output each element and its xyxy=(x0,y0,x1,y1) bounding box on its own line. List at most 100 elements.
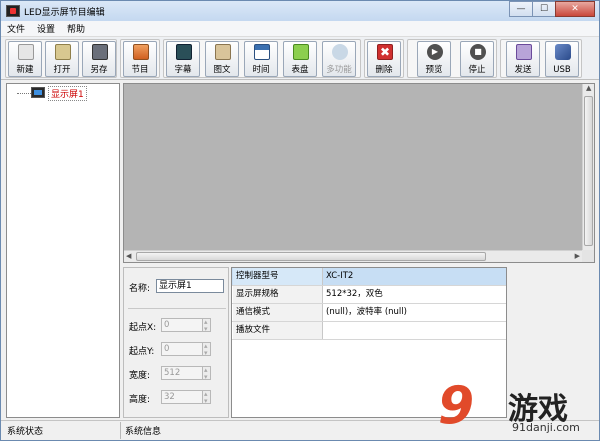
window-controls: — ☐ ✕ xyxy=(509,1,595,17)
height-value: 32 xyxy=(164,392,175,402)
properties-divider xyxy=(128,308,226,309)
start-y-value: 0 xyxy=(164,344,170,354)
name-label: 名称: xyxy=(129,284,151,294)
usb-icon xyxy=(555,44,571,60)
start-y-input[interactable]: 0 xyxy=(161,340,211,359)
width-label: 宽度: xyxy=(129,371,151,381)
info-key: 播放文件 xyxy=(233,322,323,339)
status-divider xyxy=(120,422,121,439)
display-screen-icon xyxy=(31,87,45,98)
preview-button[interactable]: ▶ 预览 xyxy=(417,41,451,77)
subtitle-icon xyxy=(176,44,192,60)
info-key: 显示屏规格 xyxy=(233,286,323,303)
maximize-button[interactable]: ☐ xyxy=(532,1,556,17)
stop-button-label: 停止 xyxy=(468,65,486,75)
start-x-stepper[interactable] xyxy=(202,316,211,335)
info-value: XC-IT2 xyxy=(326,271,354,281)
horizontal-scroll-thumb[interactable] xyxy=(136,252,486,261)
info-row-playfile[interactable]: 播放文件 xyxy=(232,322,506,340)
tree-connector xyxy=(17,93,31,94)
open-button-label: 打开 xyxy=(53,65,71,75)
info-value: (null)，波特率 (null) xyxy=(326,307,407,317)
info-key: 通信模式 xyxy=(233,304,323,321)
scroll-corner xyxy=(582,250,594,262)
width-value: 512 xyxy=(164,368,181,378)
height-stepper[interactable] xyxy=(202,388,211,407)
send-icon xyxy=(516,44,532,60)
stop-button[interactable]: ■ 停止 xyxy=(460,41,494,77)
info-row-comm[interactable]: 通信模式 (null)，波特率 (null) xyxy=(232,304,506,322)
menu-settings[interactable]: 设置 xyxy=(31,22,61,35)
open-folder-icon xyxy=(55,44,71,60)
subtitle-button-label: 字幕 xyxy=(174,65,192,75)
multi-function-icon xyxy=(332,44,348,60)
info-row-spec[interactable]: 显示屏规格 512*32，双色 xyxy=(232,286,506,304)
calendar-icon xyxy=(254,44,270,60)
height-label: 高度: xyxy=(129,395,151,405)
stop-icon: ■ xyxy=(470,44,486,60)
program-tree: 显示屏1 xyxy=(6,83,120,418)
preview-canvas[interactable]: ▲ ◀ ▶ xyxy=(123,83,595,263)
new-button[interactable]: 新建 xyxy=(8,41,42,77)
delete-button-label: 删除 xyxy=(375,65,393,75)
info-value: 512*32，双色 xyxy=(326,289,383,299)
new-button-label: 新建 xyxy=(16,65,34,75)
clock-icon xyxy=(293,44,309,60)
save-disk-icon xyxy=(92,44,108,60)
start-x-value: 0 xyxy=(164,320,170,330)
main-window: LED显示屏节目编辑 — ☐ ✕ 文件 设置 帮助 新建 打开 另存 节目 字幕… xyxy=(0,0,600,441)
watermark-domain: 91danji.com xyxy=(512,421,580,434)
multi-function-button[interactable]: 多功能 xyxy=(322,41,356,77)
close-button[interactable]: ✕ xyxy=(555,1,595,17)
scroll-left-icon[interactable]: ◀ xyxy=(126,252,131,260)
send-button[interactable]: 发送 xyxy=(506,41,540,77)
status-info: 系统信息 xyxy=(125,427,162,437)
program-button-label: 节目 xyxy=(131,65,149,75)
preview-button-label: 预览 xyxy=(425,65,443,75)
start-y-label: 起点Y: xyxy=(129,347,155,357)
dial-button[interactable]: 表盘 xyxy=(283,41,317,77)
start-x-input[interactable]: 0 xyxy=(161,316,211,335)
name-input[interactable]: 显示屏1 xyxy=(156,279,224,293)
picture-text-button[interactable]: 图文 xyxy=(205,41,239,77)
menu-bar: 文件 设置 帮助 xyxy=(1,21,599,37)
program-button[interactable]: 节目 xyxy=(123,41,157,77)
start-x-label: 起点X: xyxy=(129,323,157,333)
subtitle-button[interactable]: 字幕 xyxy=(166,41,200,77)
minimize-button[interactable]: — xyxy=(509,1,533,17)
usb-button[interactable]: USB xyxy=(545,41,579,77)
picture-text-button-label: 图文 xyxy=(213,65,231,75)
height-input[interactable]: 32 xyxy=(161,388,211,407)
width-stepper[interactable] xyxy=(202,364,211,383)
properties-panel: 名称: 显示屏1 起点X: 0 起点Y: 0 宽度: 512 高度: 32 xyxy=(123,267,229,418)
time-button[interactable]: 时间 xyxy=(244,41,278,77)
time-button-label: 时间 xyxy=(252,65,270,75)
scroll-right-icon[interactable]: ▶ xyxy=(575,252,580,260)
scroll-up-icon[interactable]: ▲ xyxy=(586,84,591,92)
new-file-icon xyxy=(18,44,34,60)
delete-icon: ✖ xyxy=(377,44,393,60)
dial-button-label: 表盘 xyxy=(291,65,309,75)
menu-file[interactable]: 文件 xyxy=(1,22,31,35)
tree-item-display-1[interactable]: 显示屏1 xyxy=(48,86,87,101)
menu-help[interactable]: 帮助 xyxy=(61,22,91,35)
site-watermark: 9 游戏 91danji.com xyxy=(432,378,600,440)
start-y-stepper[interactable] xyxy=(202,340,211,359)
picture-text-icon xyxy=(215,44,231,60)
horizontal-scrollbar[interactable]: ◀ ▶ xyxy=(124,250,582,262)
app-icon xyxy=(6,5,20,17)
info-key: 控制器型号 xyxy=(233,268,323,285)
send-button-label: 发送 xyxy=(514,65,532,75)
vertical-scrollbar[interactable]: ▲ xyxy=(582,84,594,250)
program-icon xyxy=(133,44,149,60)
title-bar: LED显示屏节目编辑 — ☐ ✕ xyxy=(1,1,599,21)
open-button[interactable]: 打开 xyxy=(45,41,79,77)
delete-button[interactable]: ✖ 删除 xyxy=(367,41,401,77)
window-title: LED显示屏节目编辑 xyxy=(24,7,105,18)
watermark-logo: 9 xyxy=(438,376,475,436)
width-input[interactable]: 512 xyxy=(161,364,211,383)
save-as-button[interactable]: 另存 xyxy=(82,41,116,77)
vertical-scroll-thumb[interactable] xyxy=(584,96,593,246)
play-icon: ▶ xyxy=(427,44,443,60)
info-row-controller[interactable]: 控制器型号 XC-IT2 xyxy=(232,268,506,286)
